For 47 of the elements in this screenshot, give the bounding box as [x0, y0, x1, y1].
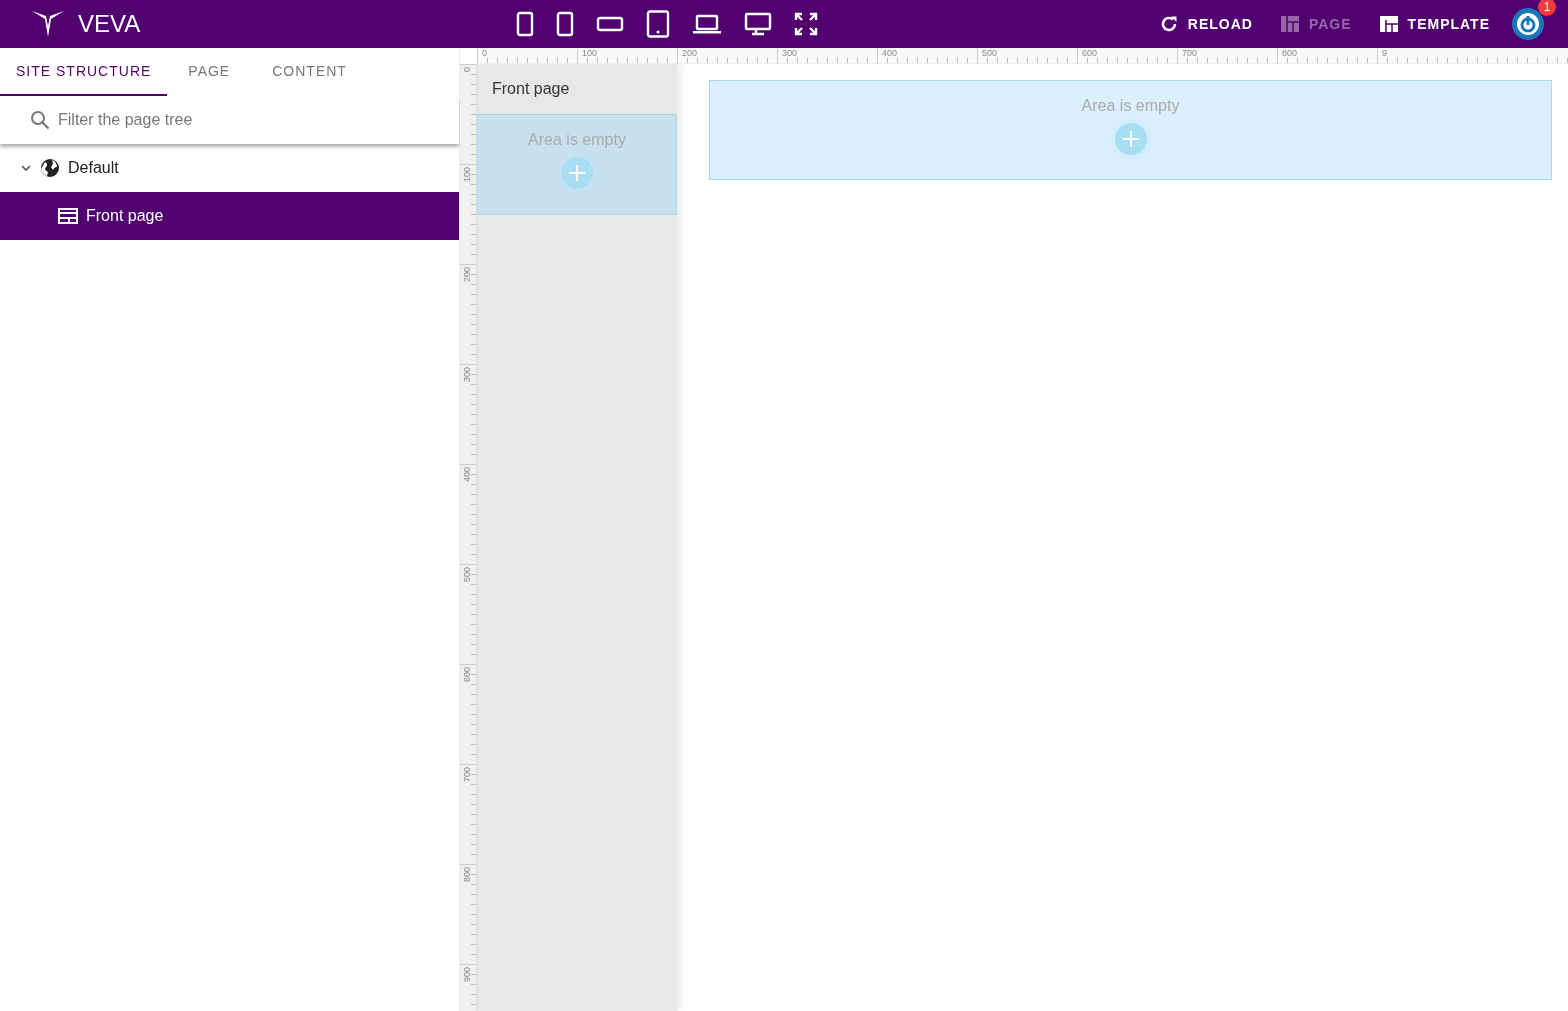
- empty-area-text: Area is empty: [528, 131, 626, 149]
- reload-icon: [1159, 15, 1178, 33]
- ruler-label: 800: [1277, 48, 1298, 64]
- search-icon: [30, 110, 50, 130]
- phone-icon[interactable]: [516, 11, 534, 37]
- tree-item[interactable]: Default: [0, 144, 459, 192]
- ruler-label: 900: [463, 967, 472, 983]
- chevron-icon: [20, 162, 32, 174]
- tablet-landscape-icon[interactable]: [596, 15, 624, 33]
- ruler-label: 500: [463, 567, 472, 583]
- empty-area-text: Area is empty: [1081, 97, 1180, 115]
- tab[interactable]: PAGE: [167, 48, 252, 96]
- ruler-label: 600: [1077, 48, 1098, 64]
- ruler-label: 0: [463, 67, 472, 72]
- tree-item[interactable]: Front page: [0, 192, 459, 240]
- ruler-label: 400: [463, 467, 472, 483]
- app-name: VEVA: [78, 10, 141, 38]
- ruler-label: 500: [977, 48, 998, 64]
- plus-icon: [568, 164, 586, 182]
- ruler-label: 600: [463, 667, 472, 683]
- phone-icon[interactable]: [556, 11, 574, 37]
- globe-icon: [40, 158, 60, 178]
- tablet-icon[interactable]: [646, 10, 670, 38]
- template-button[interactable]: TEMPLATE: [1379, 16, 1490, 32]
- reload-button[interactable]: RELOAD: [1159, 15, 1253, 33]
- ruler-label: 200: [677, 48, 698, 64]
- power-button[interactable]: [1512, 8, 1544, 40]
- ruler-label: 300: [463, 367, 472, 383]
- layout-icon: [1379, 16, 1398, 32]
- ruler-label: 700: [1177, 48, 1198, 64]
- notification-badge: 1: [1538, 0, 1556, 16]
- ruler-label: 300: [777, 48, 798, 64]
- tab[interactable]: SITE STRUCTURE: [0, 48, 168, 96]
- logo-icon: [32, 11, 64, 37]
- tab[interactable]: CONTENT: [251, 48, 368, 96]
- layout-icon: [1280, 16, 1299, 32]
- page-layout-icon: [58, 208, 78, 224]
- fullscreen-icon[interactable]: [794, 12, 818, 36]
- ruler-label: 100: [463, 167, 472, 183]
- ruler-label: 200: [463, 267, 472, 283]
- ruler-label: 9: [1377, 48, 1387, 64]
- desktop-icon[interactable]: [744, 12, 772, 36]
- laptop-icon[interactable]: [692, 13, 722, 35]
- plus-icon: [1121, 130, 1140, 148]
- ruler-label: 700: [463, 767, 472, 783]
- ruler-label: 800: [463, 867, 472, 883]
- ruler-label: 400: [877, 48, 898, 64]
